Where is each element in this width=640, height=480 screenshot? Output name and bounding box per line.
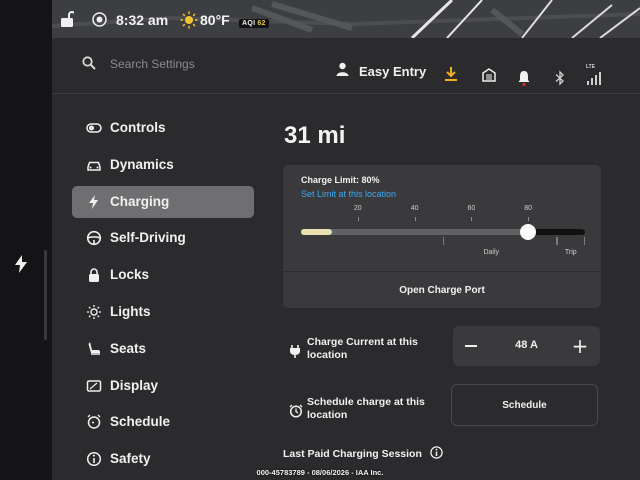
settings-sidebar: Controls Dynamics Charging Self-Driving Lock… — [72, 112, 254, 480]
open-charge-port-button[interactable]: Open Charge Port — [283, 272, 601, 308]
charge-limit-slider[interactable] — [301, 224, 585, 240]
schedule-button[interactable]: Schedule — [451, 384, 598, 426]
aqi-label: AQI — [242, 20, 256, 27]
sidebar-item-seats[interactable]: Seats — [72, 333, 254, 365]
charge-limit-card: Charge Limit: 80% Set Limit at this loca… — [283, 165, 601, 308]
trip-range-bracket — [556, 237, 585, 245]
sentry-icon[interactable] — [92, 12, 107, 27]
schedule-charge-row: Schedule charge at this location Schedul… — [283, 384, 601, 426]
sidebar-item-label: Dynamics — [110, 156, 174, 172]
tick-label: 20 — [353, 205, 362, 212]
daily-range-bracket — [443, 237, 557, 245]
last-paid-session-label: Last Paid Charging Session — [283, 448, 422, 460]
bell-icon[interactable] — [518, 70, 530, 86]
sidebar-item-label: Safety — [110, 451, 151, 467]
sidebar-item-locks[interactable]: Locks — [72, 259, 254, 291]
display-icon — [86, 378, 102, 394]
bluetooth-icon[interactable] — [555, 70, 565, 86]
info-icon[interactable] — [430, 446, 443, 459]
sidebar-item-self-driving[interactable]: Self-Driving — [72, 222, 254, 254]
schedule-charge-label: Schedule charge at this location — [307, 396, 425, 421]
range-readout: 31 mi — [284, 122, 346, 149]
sidebar-item-label: Self-Driving — [110, 230, 186, 246]
alarm-clock-icon — [86, 414, 102, 430]
aqi-value: 62 — [257, 20, 266, 27]
sidebar-item-controls[interactable]: Controls — [72, 112, 254, 144]
alarm-clock-icon — [289, 404, 303, 418]
charge-limit-label: Charge Limit: 80% — [301, 175, 380, 185]
tick-label: 80 — [524, 205, 533, 212]
sidebar-item-display[interactable]: Display — [72, 370, 254, 402]
trip-label: Trip — [564, 249, 577, 256]
search-input[interactable] — [110, 55, 310, 73]
current-charge-fill — [301, 229, 333, 235]
tick-mark — [471, 217, 473, 221]
charge-current-stepper: 48 A + — [453, 326, 600, 366]
aqi-badge[interactable]: AQI 62 — [239, 19, 269, 28]
unlocked-icon[interactable] — [60, 11, 74, 27]
sidebar-item-label: Charging — [110, 193, 170, 209]
watermark: 000-45783789 - 08/06/2026 - IAA Inc. — [256, 468, 384, 477]
charge-current-label: Charge Current at this location — [307, 336, 418, 361]
outside-temperature: 80°F — [200, 12, 230, 28]
bolt-icon — [86, 194, 102, 210]
increase-current-button[interactable]: + — [566, 332, 594, 360]
bolt-icon — [15, 255, 27, 273]
tick-mark — [528, 217, 530, 221]
sidebar-item-lights[interactable]: Lights — [72, 296, 254, 328]
seat-icon — [86, 341, 102, 357]
status-bar: 8:32 am 80°F AQI 62 — [52, 0, 640, 38]
driver-profile-name[interactable]: Easy Entry — [359, 64, 426, 79]
sidebar-item-charging[interactable]: Charging — [72, 185, 254, 218]
charge-current-row: Charge Current at this location 48 A + — [283, 326, 601, 368]
steering-wheel-icon — [86, 230, 102, 246]
tick-label: 60 — [467, 205, 476, 212]
sidebar-item-label: Display — [110, 377, 159, 393]
sidebar-item-label: Seats — [110, 340, 147, 356]
settings-header: Easy Entry LTE — [52, 44, 640, 94]
cellular-signal-icon — [587, 72, 601, 85]
profile-icon[interactable] — [336, 62, 349, 76]
info-circle-icon — [86, 451, 102, 467]
download-icon[interactable] — [444, 66, 458, 82]
scroll-indicator — [44, 250, 47, 340]
trip-range-fill — [528, 229, 585, 235]
tick-mark — [357, 217, 359, 221]
lock-icon — [86, 267, 102, 283]
sun-icon — [86, 304, 102, 320]
garage-icon[interactable] — [482, 68, 496, 82]
touchscreen: 8:32 am 80°F AQI62 Easy Entry LTE Contro… — [52, 0, 640, 480]
charge-ticks: 20 40 60 80 — [301, 205, 585, 221]
car-icon — [86, 157, 102, 173]
tick-mark — [414, 217, 416, 221]
sun-icon — [180, 11, 198, 29]
set-limit-link[interactable]: Set Limit at this location — [301, 189, 396, 199]
toggle-icon — [86, 120, 102, 136]
search-icon — [82, 56, 96, 70]
sidebar-item-label: Controls — [110, 120, 166, 135]
sidebar-item-label: Locks — [110, 267, 150, 283]
left-bezel — [0, 0, 52, 480]
tick-label: 40 — [410, 205, 419, 212]
sidebar-item-dynamics[interactable]: Dynamics — [72, 149, 254, 181]
sidebar-item-label: Schedule — [110, 414, 171, 430]
plug-icon — [290, 345, 300, 358]
daily-label: Daily — [483, 249, 500, 256]
sidebar-item-schedule[interactable]: Schedule — [72, 406, 254, 438]
sidebar-item-label: Lights — [110, 303, 151, 319]
clock: 8:32 am — [116, 12, 169, 28]
